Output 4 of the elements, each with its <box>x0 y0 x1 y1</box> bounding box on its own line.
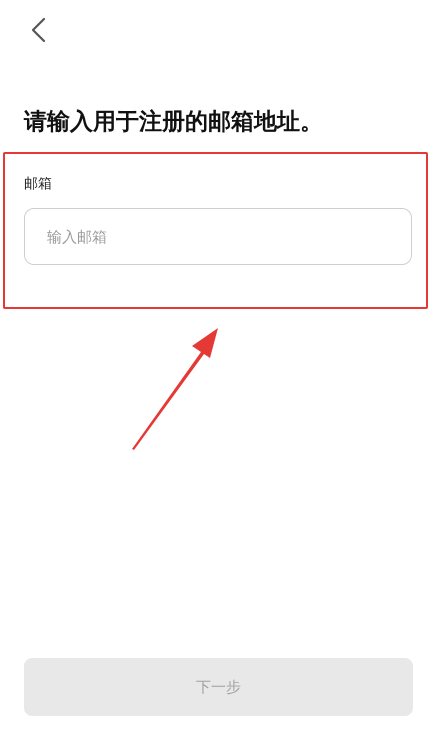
field-label: 邮箱 <box>24 175 53 194</box>
email-input-field[interactable]: 输入邮箱 <box>24 208 412 265</box>
back-icon[interactable] <box>30 17 46 43</box>
page-title: 请输入用于注册的邮箱地址。 <box>24 108 324 137</box>
